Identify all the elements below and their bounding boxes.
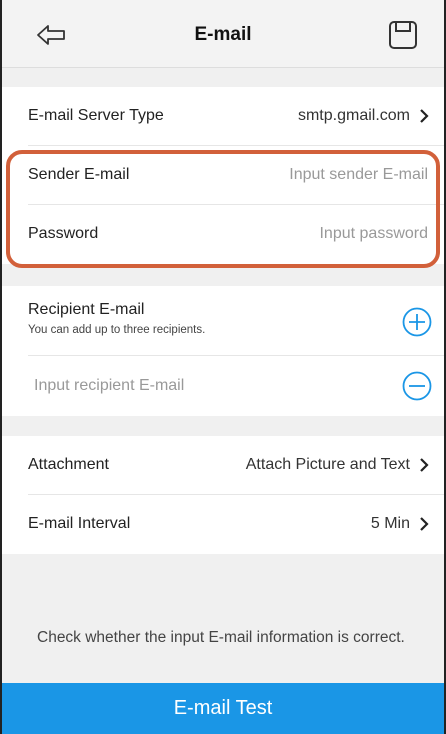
recipient-email-input[interactable]: Input recipient E-mail <box>34 377 184 395</box>
interval-value: 5 Min <box>370 515 410 532</box>
interval-label: E-mail Interval <box>28 515 131 532</box>
chevron-right-icon <box>420 458 429 472</box>
chevron-right-icon <box>420 517 429 531</box>
interval-row[interactable]: E-mail Interval 5 Min <box>28 495 444 554</box>
server-type-label: E-mail Server Type <box>28 107 164 124</box>
attachment-label: Attachment <box>28 456 109 473</box>
recipient-section: Recipient E-mail You can add up to three… <box>2 286 444 416</box>
page-title: E-mail <box>194 24 252 45</box>
attachment-row[interactable]: Attachment Attach Picture and Text <box>28 436 444 495</box>
add-recipient-icon[interactable] <box>402 307 432 337</box>
server-type-value: smtp.gmail.com <box>297 107 410 124</box>
options-section: Attachment Attach Picture and Text E-mai… <box>2 436 444 554</box>
server-type-row[interactable]: E-mail Server Type smtp.gmail.com <box>28 87 444 146</box>
password-input[interactable]: Input password <box>319 225 428 243</box>
save-icon[interactable] <box>388 20 418 50</box>
email-test-button[interactable]: E-mail Test <box>2 683 444 734</box>
sender-email-row[interactable]: Sender E-mail Input sender E-mail <box>28 146 444 205</box>
sender-email-label: Sender E-mail <box>28 166 130 183</box>
recipient-input-row: Input recipient E-mail <box>28 356 444 416</box>
recipient-hint: You can add up to three recipients. <box>28 324 206 336</box>
check-note: Check whether the input E-mail informati… <box>37 629 405 646</box>
top-bar: E-mail <box>2 0 444 68</box>
remove-recipient-icon[interactable] <box>402 371 432 401</box>
recipient-header-row: Recipient E-mail You can add up to three… <box>28 286 444 356</box>
screen: E-mail E-mail Server Type smtp.gmail.com… <box>0 0 446 734</box>
attachment-value: Attach Picture and Text <box>245 456 410 473</box>
account-section: E-mail Server Type smtp.gmail.com Sender… <box>2 87 444 264</box>
chevron-right-icon <box>420 109 429 123</box>
password-row[interactable]: Password Input password <box>28 205 444 264</box>
password-label: Password <box>28 225 99 242</box>
sender-email-input[interactable]: Input sender E-mail <box>289 166 428 184</box>
recipient-label: Recipient E-mail <box>28 301 145 318</box>
